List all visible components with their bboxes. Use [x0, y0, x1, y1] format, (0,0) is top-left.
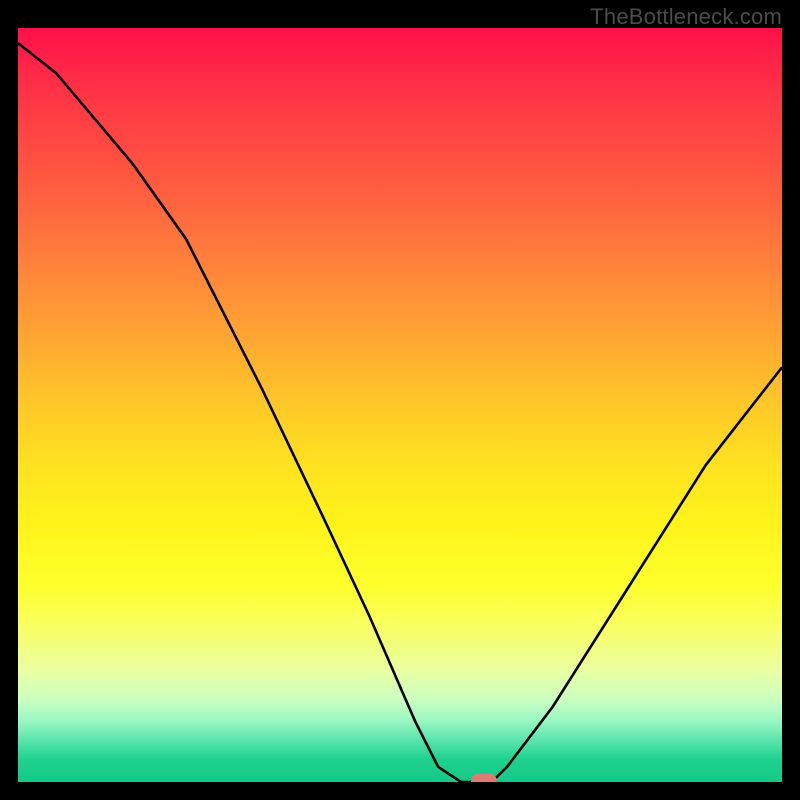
chart-frame: TheBottleneck.com	[0, 0, 800, 800]
curve-path	[18, 43, 782, 782]
watermark-text: TheBottleneck.com	[590, 4, 782, 30]
bottleneck-curve	[18, 28, 782, 782]
plot-area	[18, 28, 782, 782]
optimal-point-marker	[471, 774, 497, 782]
